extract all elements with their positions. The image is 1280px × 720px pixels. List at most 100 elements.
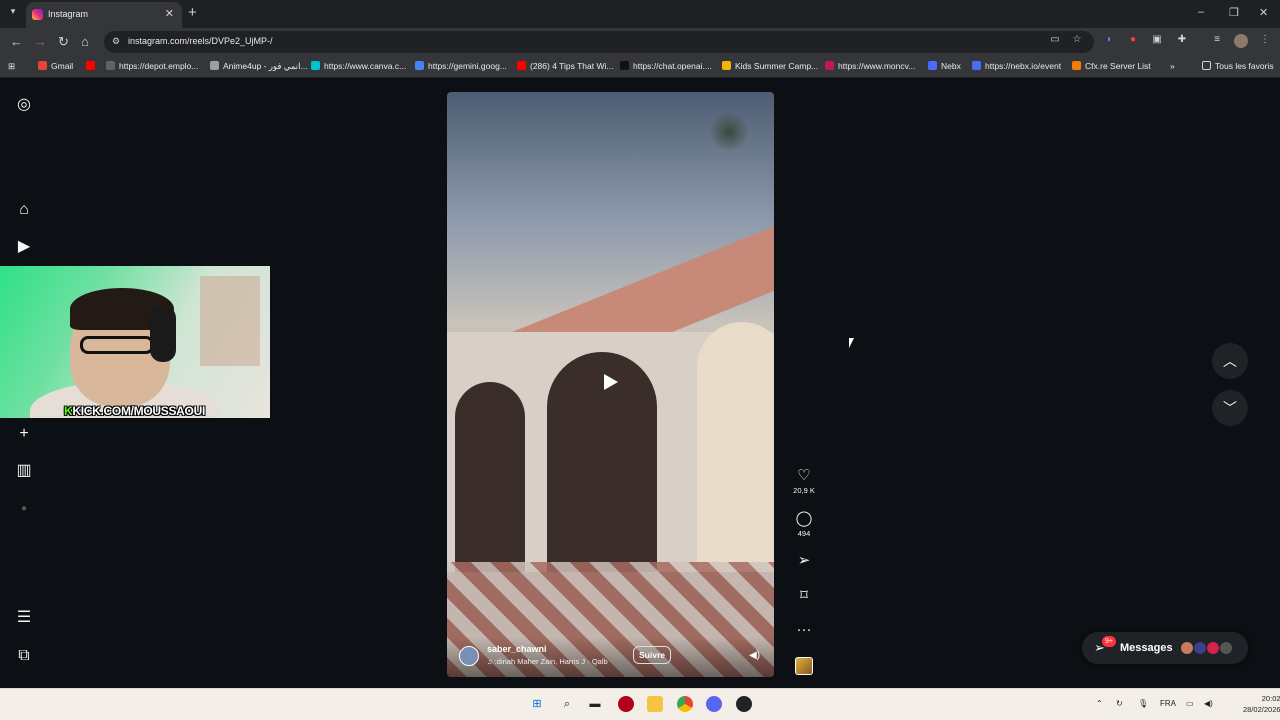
profile-icon[interactable]: ● bbox=[14, 499, 34, 519]
profile-avatar-icon[interactable] bbox=[1234, 34, 1248, 48]
comment-action[interactable]: ◯ 494 bbox=[792, 511, 816, 539]
speaker-icon[interactable]: ◀) bbox=[1204, 699, 1213, 708]
tab-close-icon[interactable]: ✕ bbox=[165, 7, 174, 20]
messages-badge: 9+ bbox=[1102, 636, 1116, 647]
bookmark-item[interactable]: Cfx.re Server List bbox=[1072, 61, 1151, 71]
more-options-action[interactable]: ··· bbox=[792, 622, 816, 638]
share-action[interactable]: ➢ bbox=[792, 553, 816, 569]
bookmark-label: Cfx.re Server List bbox=[1085, 61, 1151, 71]
tab-instagram[interactable]: Instagram ✕ bbox=[26, 2, 182, 28]
bookmark-item[interactable]: https://depot.emplo... bbox=[106, 61, 198, 71]
language-indicator[interactable]: FRA bbox=[1160, 699, 1176, 708]
comment-icon[interactable]: ◯ bbox=[792, 511, 816, 527]
close-window-button[interactable]: ✕ bbox=[1259, 6, 1268, 19]
start-icon[interactable]: ⊞ bbox=[529, 696, 545, 712]
media-controls-icon[interactable]: ≡ bbox=[1210, 34, 1224, 48]
also-from-meta-icon[interactable]: ⧉ bbox=[14, 646, 34, 666]
reels-icon[interactable]: ▶ bbox=[14, 237, 34, 257]
reload-button[interactable]: ↻ bbox=[58, 34, 69, 50]
extensions-puzzle-icon[interactable]: ✚ bbox=[1175, 34, 1189, 48]
follow-button[interactable]: Suivre bbox=[633, 646, 671, 664]
bookmarks-bar: ⊞ Gmail https://depot.emplo... Anime4up - … bbox=[0, 56, 1280, 78]
more-options-icon[interactable]: ··· bbox=[792, 622, 816, 638]
chrome-icon[interactable] bbox=[677, 696, 693, 712]
url-text[interactable]: instagram.com/reels/DVPe2_UjMP-/ bbox=[128, 36, 273, 46]
previous-reel-button[interactable]: ︿ bbox=[1212, 343, 1248, 379]
minimize-button[interactable]: – bbox=[1198, 6, 1204, 18]
all-bookmarks-folder[interactable]: Tous les favoris bbox=[1202, 61, 1274, 71]
like-action[interactable]: ♡ 20,9 K bbox=[792, 468, 816, 496]
install-app-icon[interactable]: ▭ bbox=[1048, 34, 1062, 48]
bookmark-item[interactable]: https://nebx.io/event bbox=[972, 61, 1061, 71]
network-icon[interactable]: ▭ bbox=[1186, 699, 1194, 708]
instagram-logo-icon[interactable]: ◎ bbox=[14, 95, 34, 115]
mouse-cursor bbox=[849, 338, 854, 348]
bookmark-label: https://www.canva.c... bbox=[324, 61, 407, 71]
extension-grid-icon[interactable]: ▣ bbox=[1150, 34, 1164, 48]
bookmarks-overflow-button[interactable]: » bbox=[1170, 61, 1175, 71]
site-info-icon[interactable]: ⚙ bbox=[112, 36, 120, 47]
bookmark-item[interactable]: (286) 4 Tips That Wi... bbox=[517, 61, 613, 71]
heart-icon[interactable]: ♡ bbox=[792, 468, 816, 484]
messages-button[interactable]: ➢ 9+ Messages bbox=[1082, 632, 1248, 664]
dashboard-icon[interactable]: ▥ bbox=[14, 461, 34, 481]
share-icon[interactable]: ➢ bbox=[792, 553, 816, 569]
reel-video[interactable]: saber_chawni ♫ :dinah Maher Zain, Harris… bbox=[447, 92, 774, 677]
bookmark-item[interactable]: Gmail bbox=[38, 61, 73, 71]
all-bookmarks-label: Tous les favoris bbox=[1215, 61, 1274, 71]
bookmark-favicon-icon bbox=[517, 61, 526, 70]
bookmark-item[interactable]: https://www.canva.c... bbox=[311, 61, 406, 71]
bookmark-label: Kids Summer Camp... bbox=[735, 61, 819, 71]
obs-icon[interactable] bbox=[736, 696, 752, 712]
sync-icon[interactable]: ↻ bbox=[1116, 699, 1123, 708]
arch-1 bbox=[455, 382, 525, 572]
address-bar[interactable]: ⚙ instagram.com/reels/DVPe2_UjMP-/ bbox=[104, 31, 1094, 53]
kick-overlay-text: KKICK.COM/MOUSSAOUI bbox=[64, 404, 205, 418]
bookmark-label: Anime4up - انمي فور... bbox=[223, 61, 308, 71]
more-menu-icon[interactable]: ☰ bbox=[14, 608, 34, 628]
restore-button[interactable]: ❐ bbox=[1229, 6, 1239, 19]
bookmark-item[interactable]: https://www.moncv... bbox=[825, 61, 915, 71]
play-icon[interactable] bbox=[604, 374, 618, 390]
bookmark-item[interactable] bbox=[86, 61, 99, 71]
task-view-icon[interactable]: ▬ bbox=[587, 696, 603, 712]
bookmark-item[interactable]: https://gemini.goog... bbox=[415, 61, 507, 71]
forward-button[interactable]: → bbox=[34, 34, 47, 49]
file-explorer-icon[interactable] bbox=[647, 696, 663, 712]
volume-icon[interactable]: ◀) bbox=[749, 650, 760, 661]
tray-overflow-icon[interactable]: ⌃ bbox=[1096, 699, 1103, 708]
tab-title: Instagram bbox=[48, 9, 89, 19]
new-tab-button[interactable]: + bbox=[188, 4, 197, 21]
bookmark-label: Gmail bbox=[51, 61, 74, 71]
discord-icon[interactable] bbox=[706, 696, 722, 712]
webcam-overlay: KKICK.COM/MOUSSAOUI bbox=[0, 266, 270, 418]
bookmark-item[interactable]: Kids Summer Camp... bbox=[722, 61, 818, 71]
extension-translate-icon[interactable]: ◗ bbox=[1102, 34, 1116, 48]
save-action[interactable]: ⌑ bbox=[792, 588, 816, 604]
bookmark-item[interactable]: Anime4up - انمي فور... bbox=[210, 61, 308, 72]
back-button[interactable]: ← bbox=[10, 34, 23, 49]
original-audio-thumbnail[interactable] bbox=[795, 657, 813, 675]
app-red-icon[interactable] bbox=[618, 696, 634, 712]
arch-2 bbox=[547, 352, 657, 572]
author-username[interactable]: saber_chawni bbox=[487, 644, 547, 654]
author-avatar[interactable] bbox=[459, 646, 479, 666]
next-reel-button[interactable]: ﹀ bbox=[1212, 390, 1248, 426]
tab-search-icon[interactable]: ▾ bbox=[6, 6, 20, 20]
bookmark-item[interactable]: https://chat.openai.... bbox=[620, 61, 712, 71]
bookmark-item[interactable]: Nebx bbox=[928, 61, 961, 71]
apps-grid-icon[interactable]: ⊞ bbox=[8, 61, 15, 72]
bookmark-favicon-icon bbox=[311, 61, 320, 70]
home-icon[interactable]: ⌂ bbox=[14, 200, 34, 220]
extension-red-icon[interactable]: ● bbox=[1126, 34, 1140, 48]
bookmark-icon[interactable]: ⌑ bbox=[792, 588, 816, 604]
microphone-icon[interactable]: 🎙 bbox=[1138, 699, 1148, 708]
bookmark-star-icon[interactable]: ☆ bbox=[1070, 34, 1084, 48]
create-icon[interactable]: + bbox=[14, 424, 34, 444]
home-button[interactable]: ⌂ bbox=[81, 34, 89, 49]
bookmark-favicon-icon bbox=[928, 61, 937, 70]
taskbar-clock[interactable]: 20:02 28/02/2026 bbox=[1243, 693, 1280, 715]
browser-menu-icon[interactable]: ⋮ bbox=[1258, 34, 1272, 48]
search-icon[interactable]: ⌕ bbox=[559, 696, 575, 712]
reel-audio-track[interactable]: ♫ :dinah Maher Zain, Harris J · Qalb bbox=[487, 657, 608, 666]
